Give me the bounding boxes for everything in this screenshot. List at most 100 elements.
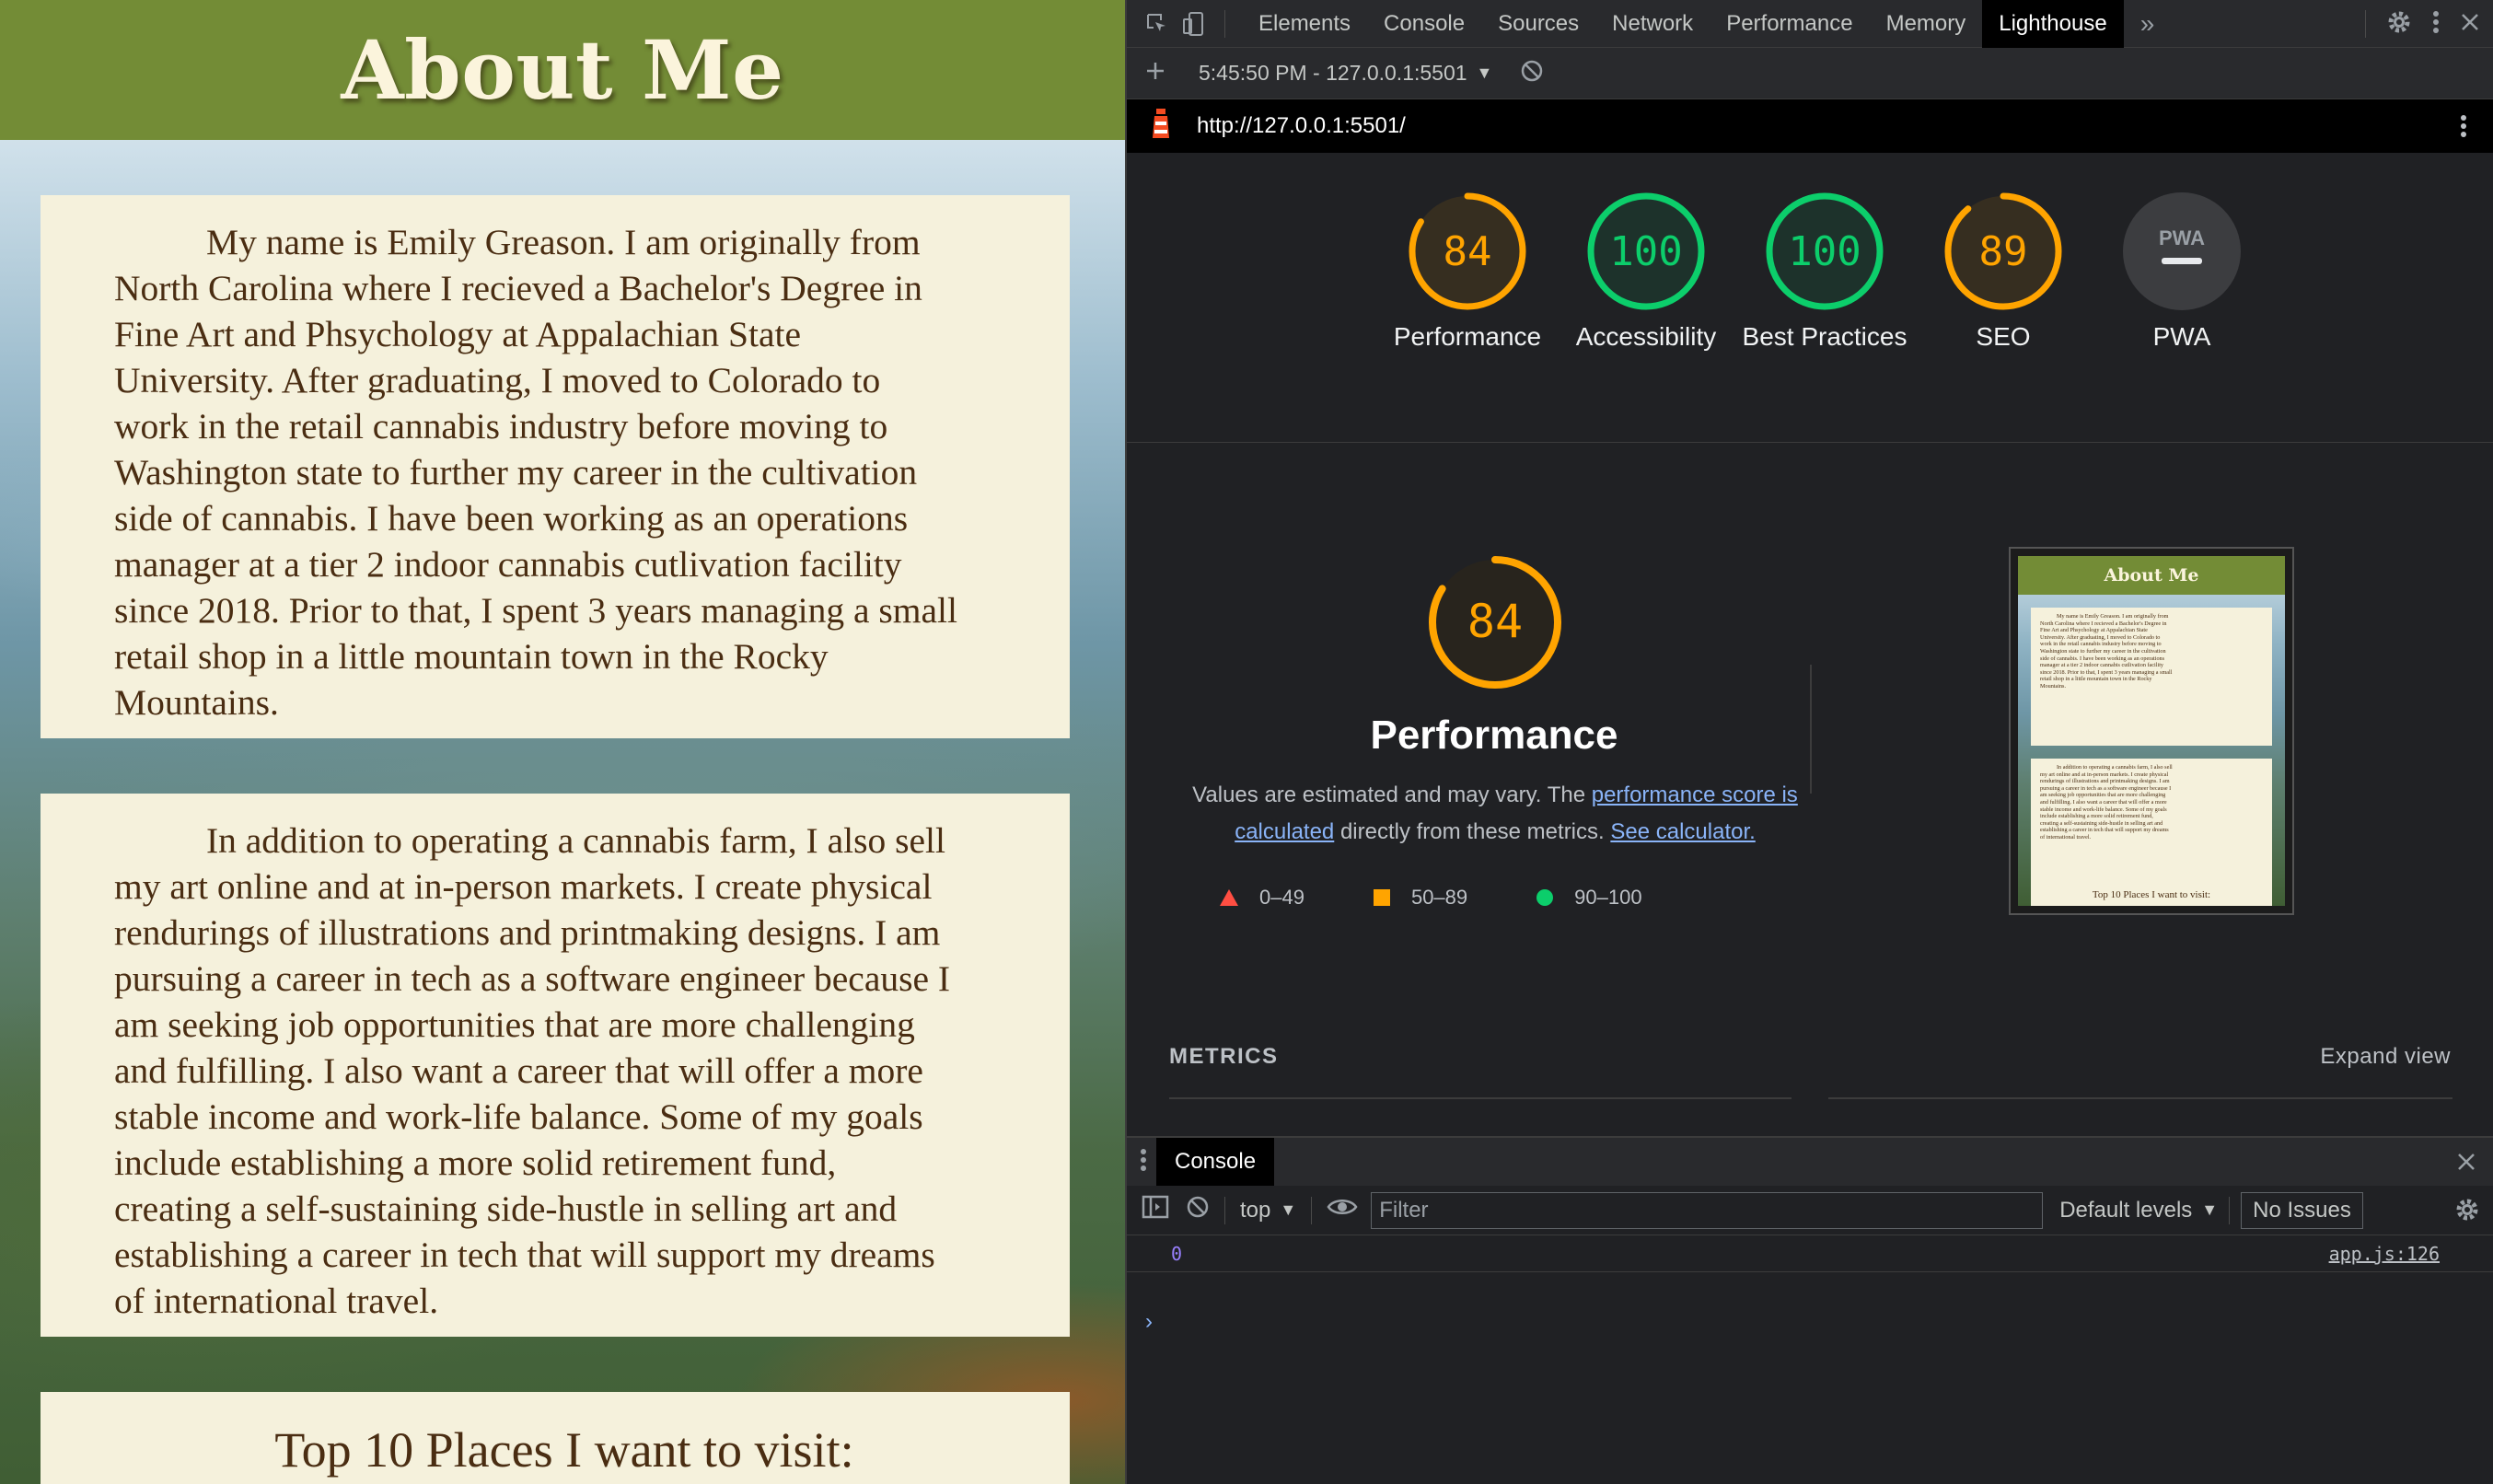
performance-big-gauge: 84 <box>1429 556 1561 689</box>
kebab-menu-icon[interactable] <box>2432 10 2440 39</box>
legend-fail: 0–49 <box>1219 886 1304 910</box>
legend-average-label: 50–89 <box>1410 886 1468 909</box>
tab-memory[interactable]: Memory <box>1870 0 1983 48</box>
metrics-divider-right <box>1828 1097 2452 1099</box>
gauge-score-best-practices: 100 <box>1788 228 1861 275</box>
console-filter-input[interactable]: Filter <box>1371 1191 2044 1229</box>
settings-gear-icon[interactable] <box>2386 9 2412 40</box>
pwa-badge-label: PWA <box>2159 226 2205 249</box>
log-source-link[interactable]: app.js:126 <box>2329 1243 2440 1265</box>
report-url-bar: http://127.0.0.1:5501/ <box>1127 99 2493 153</box>
metrics-heading: METRICS <box>1169 1044 1279 1069</box>
gauge-score-seo: 89 <box>1979 228 2028 275</box>
gauge-score-accessibility: 100 <box>1609 228 1682 275</box>
report-selector[interactable]: 5:45:50 PM - 127.0.0.1:5501 <box>1199 61 1467 86</box>
pwa-badge-icon: PWA <box>2123 192 2241 310</box>
lighthouse-logo-icon <box>1151 107 1171 146</box>
legend-pass: 90–100 <box>1536 886 1642 910</box>
log-value: 0 <box>1171 1243 1183 1265</box>
places-heading: Top 10 Places I want to visit: <box>274 1422 854 1478</box>
report-url: http://127.0.0.1:5501/ <box>1197 113 1406 138</box>
clear-reports-icon[interactable] <box>1520 59 1544 88</box>
gauges-divider <box>1127 442 2493 443</box>
issues-button[interactable]: No Issues <box>2241 1191 2363 1229</box>
tabbar-right-separator <box>2365 10 2366 38</box>
performance-vertical-separator <box>1810 665 1812 794</box>
context-caret-icon[interactable]: ▼ <box>1280 1200 1296 1220</box>
webpage-viewport: About Me My name is Emily Greason. I am … <box>0 0 1125 1484</box>
inspect-element-icon[interactable] <box>1143 10 1171 38</box>
tab-console[interactable]: Console <box>1367 0 1481 48</box>
legend-pass-label: 90–100 <box>1574 886 1642 909</box>
clear-console-icon[interactable] <box>1186 1195 1210 1225</box>
device-toolbar-icon[interactable] <box>1180 10 1208 38</box>
new-report-plus-icon[interactable] <box>1145 61 1165 87</box>
close-drawer-icon[interactable] <box>2456 1152 2476 1177</box>
about-paragraph-1: My name is Emily Greason. I am originall… <box>114 222 957 723</box>
triangle-icon <box>1220 889 1238 906</box>
console-settings-gear-icon[interactable] <box>2454 1197 2480 1229</box>
performance-desc-text-2: directly from these metrics. <box>1334 819 1611 844</box>
performance-title: Performance <box>1370 713 1618 758</box>
performance-description: Values are estimated and may vary. The p… <box>1164 777 1826 851</box>
page-screenshot-thumbnail[interactable]: About Me My name is Emily Greason. I am … <box>2009 547 2294 915</box>
page-header: About Me <box>0 0 1125 140</box>
console-toolbar: top ▼ Filter Default levels ▼ No Issues <box>1127 1186 2493 1235</box>
close-devtools-icon[interactable] <box>2460 12 2480 37</box>
tab-lighthouse[interactable]: Lighthouse <box>1982 0 2124 48</box>
drawer-tabbar: Console <box>1127 1138 2493 1186</box>
thumbnail-card-3: Top 10 Places I want to visit: <box>2031 884 2272 906</box>
square-icon <box>1373 889 1390 906</box>
gauge-label-pwa: PWA <box>2152 322 2211 351</box>
thumbnail-paragraph-1: My name is Emily Greason. I am originall… <box>2040 613 2173 690</box>
tabbar-separator <box>1224 9 1225 38</box>
gauge-pwa[interactable]: PWA PWA <box>2090 191 2274 355</box>
lighthouse-toolbar: 5:45:50 PM - 127.0.0.1:5501 ▼ <box>1127 48 2493 99</box>
devtools-tabbar: Elements Console Sources Network Perform… <box>1127 0 2493 48</box>
toolbar-separator-2 <box>1311 1196 1313 1224</box>
report-menu-icon[interactable] <box>2460 114 2467 145</box>
more-tabs-button[interactable]: » <box>2124 0 2172 48</box>
log-levels-dropdown[interactable]: Default levels <box>2059 1198 2192 1223</box>
gauge-seo[interactable]: 89 SEO <box>1911 191 2095 355</box>
about-paragraph-2: In addition to operating a cannabis farm… <box>114 820 951 1321</box>
about-card-1: My name is Emily Greason. I am originall… <box>41 195 1070 738</box>
gauge-label-accessibility: Accessibility <box>1575 322 1717 351</box>
console-log-row: 0 app.js:126 <box>1127 1235 2493 1272</box>
toolbar-separator <box>1224 1196 1225 1224</box>
drawer-tab-console[interactable]: Console <box>1156 1138 1275 1186</box>
thumbnail-card-2: In addition to operating a cannabis farm… <box>2031 759 2272 897</box>
score-gauges: 84 Performance 100 Accessibility 100 Best Pra… <box>1127 191 2493 442</box>
drawer-menu-icon[interactable] <box>1140 1148 1147 1177</box>
tab-elements[interactable]: Elements <box>1242 0 1367 48</box>
tab-network[interactable]: Network <box>1595 0 1710 48</box>
performance-big-score: 84 <box>1467 595 1523 648</box>
legend-average: 50–89 <box>1373 886 1467 910</box>
gauge-label-seo: SEO <box>1976 322 2031 351</box>
gauge-performance[interactable]: 84 Performance <box>1375 191 1560 355</box>
gauge-best-practices[interactable]: 100 Best Practices <box>1733 191 1917 355</box>
gauge-score-performance: 84 <box>1444 228 1492 275</box>
thumbnail-title: About Me <box>2018 556 2285 595</box>
gauge-label-best-practices: Best Practices <box>1742 322 1907 351</box>
expand-view-button[interactable]: Expand view <box>2320 1044 2451 1070</box>
thumbnail-heading: Top 10 Places I want to visit: <box>2092 889 2211 900</box>
places-card: Top 10 Places I want to visit: <box>41 1392 1070 1484</box>
tab-sources[interactable]: Sources <box>1481 0 1595 48</box>
tab-performance[interactable]: Performance <box>1710 0 1869 48</box>
see-calculator-link[interactable]: See calculator. <box>1610 819 1755 844</box>
console-prompt[interactable]: › <box>1145 1309 1153 1335</box>
about-card-2: In addition to operating a cannabis farm… <box>41 794 1070 1337</box>
levels-caret-icon[interactable]: ▼ <box>2201 1200 2218 1220</box>
tabbar-right-controls <box>2365 0 2480 48</box>
metrics-divider-left <box>1169 1097 1791 1099</box>
context-selector[interactable]: top <box>1240 1198 1270 1223</box>
report-dropdown-caret-icon[interactable]: ▼ <box>1477 64 1493 83</box>
legend-fail-label: 0–49 <box>1259 886 1304 909</box>
live-expression-eye-icon[interactable] <box>1327 1197 1358 1223</box>
devtools-panel: Elements Console Sources Network Perform… <box>1125 0 2493 1484</box>
toolbar-separator-3 <box>2229 1196 2231 1224</box>
show-sidebar-icon[interactable] <box>1142 1195 1169 1225</box>
gauge-accessibility[interactable]: 100 Accessibility <box>1554 191 1738 355</box>
performance-desc-text: Values are estimated and may vary. The <box>1192 783 1592 807</box>
